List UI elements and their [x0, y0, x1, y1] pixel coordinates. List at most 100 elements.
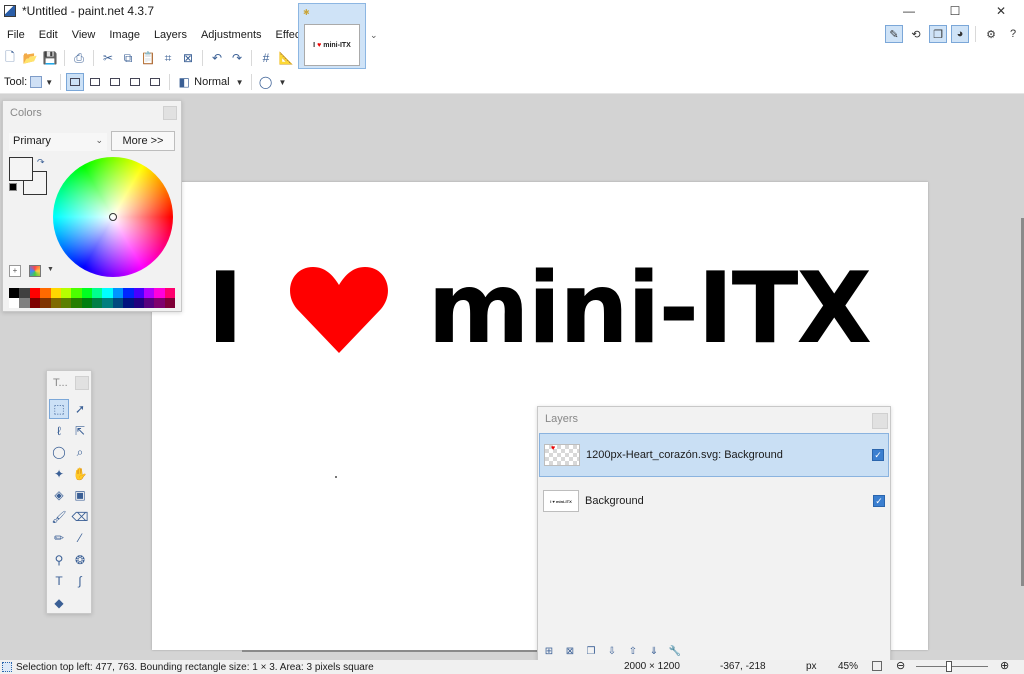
palette-swatch[interactable] — [164, 298, 175, 308]
selection-intersect-icon[interactable] — [126, 73, 144, 91]
pan-tool-icon[interactable]: ✋ — [70, 464, 90, 484]
rectangle-select-tool-icon[interactable]: ⬚ — [49, 399, 69, 419]
history-toggle-icon[interactable]: ⟲ — [907, 25, 925, 43]
zoom-level[interactable]: 45% — [838, 661, 858, 672]
palette-swatch[interactable] — [81, 298, 92, 308]
deselect-icon[interactable]: ⊠ — [179, 49, 197, 67]
minimize-button[interactable]: — — [886, 0, 932, 22]
eraser-tool-icon[interactable]: ⌫ — [70, 507, 90, 527]
maximize-button[interactable]: ☐ — [932, 0, 978, 22]
blend-mode-icon[interactable]: ◧ — [175, 73, 193, 91]
image-tab[interactable]: ✱ I ♥ mini-ITX — [298, 3, 366, 69]
palette-swatch[interactable] — [81, 288, 92, 298]
palette-swatch[interactable] — [29, 288, 41, 298]
palette-swatch[interactable] — [50, 298, 61, 308]
palette-menu-icon[interactable] — [29, 265, 41, 277]
selection-replace-icon[interactable] — [66, 73, 85, 91]
selection-exclude-icon[interactable] — [106, 73, 124, 91]
chevron-down-icon[interactable]: ▼ — [47, 266, 54, 273]
more-colors-button[interactable]: More >> — [111, 131, 175, 151]
duplicate-layer-icon[interactable]: ❐ — [582, 643, 600, 659]
palette-swatch[interactable] — [123, 298, 134, 308]
selection-union-icon[interactable] — [86, 73, 104, 91]
print-icon[interactable]: ⎙ — [70, 49, 88, 67]
palette-swatch[interactable] — [112, 288, 124, 298]
blend-mode-select[interactable]: Normal — [194, 76, 229, 88]
merge-layer-down-icon[interactable]: ⇩ — [603, 643, 621, 659]
palette-swatch[interactable] — [133, 288, 144, 298]
paintbrush-tool-icon[interactable]: 🖌 — [49, 507, 69, 527]
menu-view[interactable]: View — [65, 24, 103, 46]
palette-swatch[interactable] — [60, 298, 72, 308]
clone-stamp-tool-icon[interactable]: ⚲ — [49, 550, 69, 570]
lasso-select-tool-icon[interactable]: ℓ — [49, 421, 69, 441]
new-file-icon[interactable]: 🗋 — [1, 49, 19, 67]
menu-layers[interactable]: Layers — [147, 24, 194, 46]
layer-row[interactable]: 1200px-Heart_corazón.svg: Background ✓ — [539, 433, 889, 477]
palette-swatch[interactable] — [9, 288, 20, 298]
palette-swatch[interactable] — [60, 288, 72, 298]
zoom-out-icon[interactable]: ⊖ — [896, 659, 905, 672]
line-curve-tool-icon[interactable]: ∫ — [70, 571, 90, 591]
menu-adjustments[interactable]: Adjustments — [194, 24, 269, 46]
zoom-tool-icon[interactable]: ⌕ — [70, 442, 90, 462]
color-wheel[interactable] — [53, 157, 173, 277]
close-panel-icon[interactable] — [75, 376, 89, 390]
palette-swatch[interactable] — [143, 298, 155, 308]
zoom-slider[interactable] — [916, 666, 988, 667]
current-tool-icon[interactable] — [30, 76, 43, 88]
palette-swatch[interactable] — [19, 298, 30, 308]
selection-invert-icon[interactable] — [146, 73, 164, 91]
magic-wand-tool-icon[interactable]: ✦ — [49, 464, 69, 484]
move-layer-up-icon[interactable]: ⇧ — [624, 643, 642, 659]
paste-icon[interactable]: 📋 — [139, 49, 157, 67]
close-button[interactable]: ✕ — [978, 0, 1024, 22]
recolor-tool-icon[interactable]: ❂ — [70, 550, 90, 570]
redo-icon[interactable]: ↷ — [228, 49, 246, 67]
zoom-to-window-icon[interactable] — [872, 661, 882, 671]
palette-swatch[interactable] — [40, 288, 51, 298]
color-mode-select[interactable]: Primary ⌄ — [9, 133, 107, 151]
close-panel-icon[interactable] — [163, 106, 177, 120]
delete-layer-icon[interactable]: ⊠ — [561, 643, 579, 659]
palette-swatch[interactable] — [154, 288, 165, 298]
add-layer-icon[interactable]: ⊞ — [540, 643, 558, 659]
menu-file[interactable]: File — [0, 24, 32, 46]
color-picker-tool-icon[interactable]: ⁄ — [70, 528, 90, 548]
colors-toggle-icon[interactable]: ◕ — [951, 25, 969, 43]
add-to-palette-icon[interactable]: + — [9, 265, 21, 277]
antialias-icon[interactable]: ◯ — [257, 73, 275, 91]
gradient-tool-icon[interactable]: ▣ — [70, 485, 90, 505]
palette-swatch[interactable] — [102, 298, 113, 308]
crop-icon[interactable]: ⌗ — [159, 49, 177, 67]
grid-icon[interactable]: # — [257, 49, 275, 67]
layer-visibility-checkbox[interactable]: ✓ — [872, 449, 884, 461]
tab-list-dropdown-icon[interactable]: ⌄ — [370, 30, 378, 41]
chevron-down-icon[interactable]: ▼ — [236, 78, 244, 87]
ruler-icon[interactable]: 📐 — [277, 49, 295, 67]
palette-swatch[interactable] — [133, 298, 144, 308]
close-panel-icon[interactable] — [872, 413, 888, 429]
move-selected-tool-icon[interactable]: ➚ — [70, 399, 90, 419]
palette-swatch[interactable] — [164, 288, 175, 298]
palette-swatch[interactable] — [50, 288, 61, 298]
cut-icon[interactable]: ✂ — [99, 49, 117, 67]
swap-colors-icon[interactable]: ↷ — [37, 157, 45, 168]
zoom-slider-thumb[interactable] — [946, 661, 952, 672]
save-icon[interactable]: 💾 — [41, 49, 59, 67]
palette-swatch[interactable] — [71, 298, 82, 308]
reset-colors-icon[interactable] — [9, 183, 17, 191]
primary-color-swatch[interactable] — [9, 157, 33, 181]
palette-swatch[interactable] — [143, 288, 155, 298]
layers-toggle-icon[interactable]: ❐ — [929, 25, 947, 43]
palette-swatch[interactable] — [19, 288, 30, 298]
tools-toggle-icon[interactable]: ✎ — [885, 25, 903, 43]
palette-swatch[interactable] — [92, 298, 103, 308]
layer-row[interactable]: I ♥ mini-ITX Background ✓ — [539, 479, 889, 523]
move-selection-tool-icon[interactable]: ⇱ — [70, 421, 90, 441]
color-wheel-marker[interactable] — [109, 213, 117, 221]
palette-swatch[interactable] — [29, 298, 41, 308]
layer-properties-icon[interactable]: 🔧 — [666, 643, 684, 659]
paint-bucket-tool-icon[interactable]: ◈ — [49, 485, 69, 505]
pencil-tool-icon[interactable]: ✏ — [49, 528, 69, 548]
